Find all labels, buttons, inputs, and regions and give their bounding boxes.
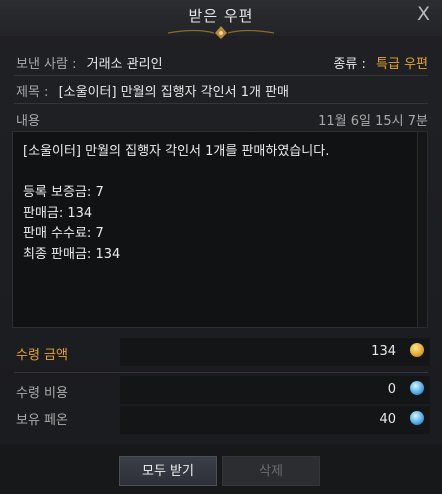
- divider: [14, 372, 428, 373]
- receive-cost-field: [120, 376, 430, 404]
- receive-amount-value: 134: [371, 344, 396, 359]
- sender-label: 보낸 사람 :: [16, 57, 77, 72]
- message-body: [소울이터] 만월의 집행자 각인서 1개를 판매하였습니다. 등록 보증금: …: [12, 131, 418, 328]
- type-row: 종류 : 특급 우편: [333, 53, 428, 72]
- subject-row: 제목 : [소울이터] 만월의 집행자 각인서 1개 판매: [16, 81, 289, 100]
- message-line: [소울이터] 만월의 집행자 각인서 1개를 판매하였습니다.: [23, 144, 330, 159]
- phoenix-coin-icon: [410, 411, 424, 425]
- message-line: 최종 판매금: 134: [23, 246, 121, 262]
- receive-cost-label: 수령 비용: [16, 386, 68, 401]
- message-scrollbar[interactable]: [417, 131, 428, 328]
- button-bar: [0, 444, 442, 494]
- mail-window: 받은 우편 X 보낸 사람 : 거래소 관리인 종류 : 특급 우편 제목 : …: [0, 0, 442, 494]
- message-line: [23, 163, 329, 184]
- type-value: 특급 우편: [376, 57, 428, 72]
- type-label: 종류 :: [333, 57, 366, 72]
- message-line: 판매 수수료: 7: [23, 226, 104, 241]
- sender-value: 거래소 관리인: [86, 57, 163, 72]
- message-text: [소울이터] 만월의 집행자 각인서 1개를 판매하였습니다. 등록 보증금: …: [23, 142, 329, 265]
- receive-all-button[interactable]: 모두 받기: [119, 456, 217, 486]
- phoenix-coin-icon: [410, 381, 424, 395]
- content-label: 내용: [16, 114, 40, 129]
- message-line: 판매금: 134: [23, 205, 93, 221]
- window-title: 받은 우편: [188, 7, 254, 25]
- divider: [14, 75, 428, 76]
- sender-row: 보낸 사람 : 거래소 관리인: [16, 53, 163, 72]
- receive-cost-value: 0: [387, 382, 396, 397]
- delete-button[interactable]: 삭제: [222, 456, 320, 486]
- message-line: 등록 보증금: 7: [23, 185, 104, 200]
- receive-amount-label: 수령 금액: [16, 348, 68, 363]
- gold-coin-icon: [410, 343, 424, 357]
- title-ornament-icon: [167, 26, 275, 39]
- subject-value: [소울이터] 만월의 집행자 각인서 1개 판매: [58, 85, 290, 100]
- owned-phoenix-label: 보유 페온: [16, 413, 68, 428]
- close-icon[interactable]: X: [417, 3, 430, 25]
- divider: [14, 103, 428, 104]
- subject-label: 제목 :: [16, 85, 49, 100]
- owned-phoenix-value: 40: [379, 412, 396, 427]
- title-bar[interactable]: 받은 우편 X: [0, 0, 442, 39]
- timestamp: 11월 6일 15시 7분: [318, 114, 428, 129]
